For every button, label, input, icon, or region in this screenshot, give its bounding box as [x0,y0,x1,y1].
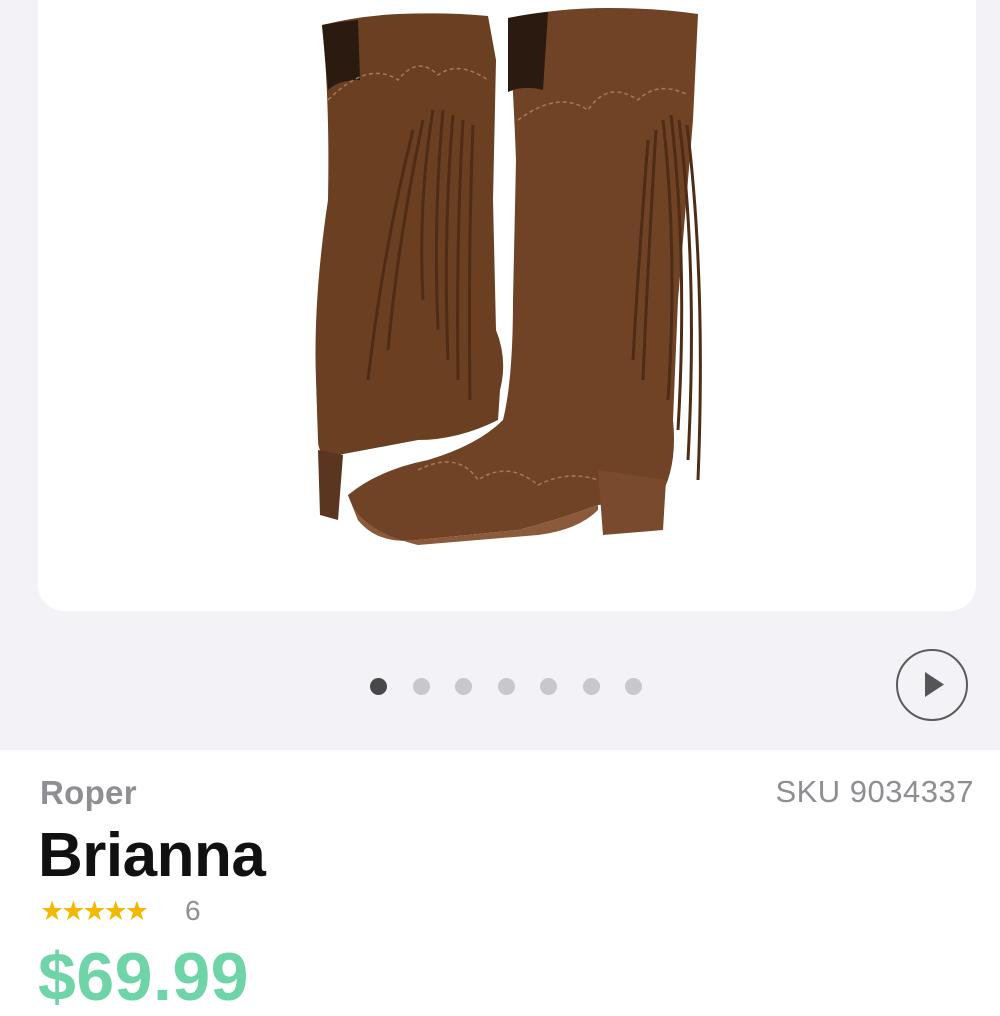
product-image-card[interactable] [38,0,976,611]
gallery-page-indicator[interactable] [370,678,642,695]
star-rating[interactable]: ★★★★★ [40,896,149,927]
page-dot[interactable] [497,678,515,695]
product-boots-image [315,8,702,545]
page-dot-active[interactable] [370,678,387,695]
page-dot[interactable] [540,678,557,695]
product-price: $69.99 [38,939,249,1015]
page-dot[interactable] [582,678,600,695]
page-dot[interactable] [455,678,472,695]
play-video-button[interactable] [896,649,968,721]
play-icon [925,672,944,697]
sku-label: SKU 9034337 [775,774,974,809]
brand-name[interactable]: Roper [40,774,137,812]
product-gallery [0,0,1000,750]
product-title: Brianna [38,821,266,890]
page-dot[interactable] [625,678,642,695]
review-count[interactable]: 6 [185,895,201,927]
page-dot[interactable] [412,678,430,695]
